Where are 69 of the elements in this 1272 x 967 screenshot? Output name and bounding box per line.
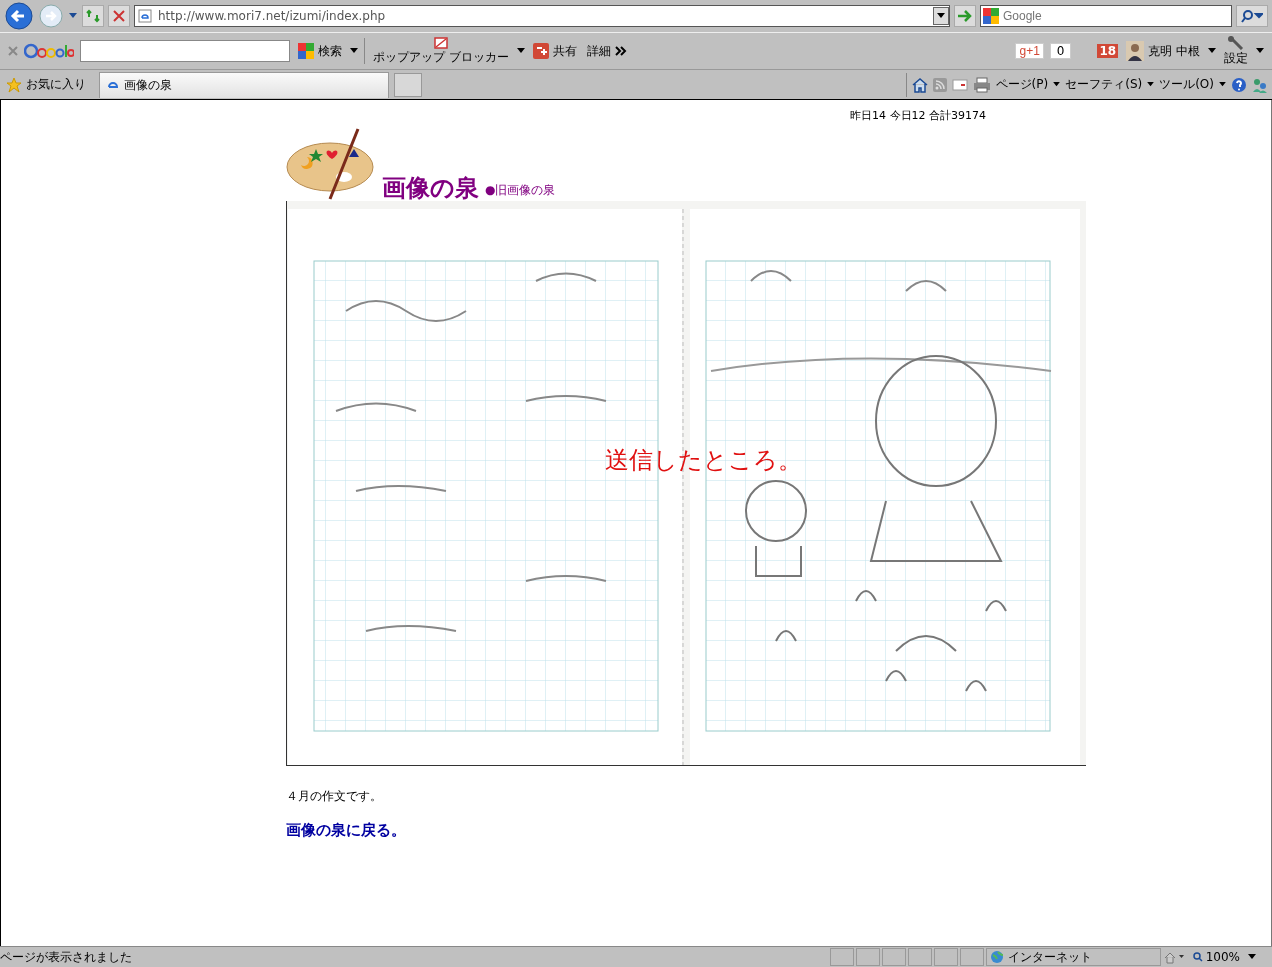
user-menu[interactable]: 克明 中根 bbox=[1124, 41, 1202, 61]
caret-icon[interactable] bbox=[1219, 82, 1226, 87]
go-button[interactable] bbox=[954, 5, 976, 27]
search-engine-icon bbox=[298, 43, 314, 59]
visit-counter: 昨日14 今日12 合計39174 bbox=[850, 108, 986, 123]
home-icon[interactable] bbox=[911, 76, 928, 93]
star-icon bbox=[6, 76, 22, 93]
favorites-button[interactable]: お気に入り bbox=[4, 76, 88, 93]
house-icon[interactable] bbox=[1162, 950, 1185, 964]
more-button[interactable]: 詳細 bbox=[584, 42, 629, 60]
caret-icon[interactable] bbox=[68, 12, 78, 20]
search-field[interactable]: Google bbox=[980, 5, 1232, 27]
description-text: ４月の作文です。 bbox=[286, 788, 383, 805]
status-pane bbox=[933, 948, 958, 966]
toolbar-search-button[interactable]: 検索 bbox=[296, 42, 344, 60]
status-pane bbox=[881, 948, 906, 966]
caret-icon bbox=[937, 13, 945, 19]
logo-icon bbox=[24, 42, 74, 60]
share-button[interactable]: 共有 bbox=[530, 42, 579, 60]
back-link[interactable]: 画像の泉に戻る。 bbox=[286, 821, 406, 840]
plus-one-button[interactable]: g+1 bbox=[1015, 43, 1044, 59]
zoom-icon bbox=[1192, 952, 1203, 962]
browser-tab[interactable]: 画像の泉 bbox=[99, 71, 389, 98]
palette-icon bbox=[286, 127, 376, 201]
command-menu[interactable]: ページ(P) bbox=[995, 76, 1049, 93]
stop-button[interactable] bbox=[108, 5, 130, 27]
security-zone: インターネット bbox=[985, 948, 1161, 966]
plus-icon bbox=[532, 43, 549, 59]
command-menu[interactable]: セーフティ(S) bbox=[1065, 76, 1143, 93]
plus-count: 0 bbox=[1049, 43, 1072, 59]
caret-icon[interactable] bbox=[1147, 82, 1155, 87]
caret-icon[interactable] bbox=[1256, 48, 1264, 54]
dropdown-button[interactable] bbox=[933, 7, 949, 25]
wrench-icon bbox=[1227, 35, 1245, 50]
blocked-window-icon bbox=[433, 36, 448, 49]
search-icon bbox=[1241, 9, 1263, 23]
chevron-icon bbox=[614, 46, 627, 56]
print-icon[interactable] bbox=[972, 76, 991, 93]
old-site-link[interactable]: ●旧画像の泉 bbox=[485, 182, 556, 199]
caret-icon[interactable] bbox=[1053, 82, 1061, 87]
page-title: 画像の泉 bbox=[382, 174, 479, 201]
status-pane bbox=[907, 948, 932, 966]
notification-badge[interactable]: 18 bbox=[1097, 44, 1119, 58]
address-field[interactable]: http://www.mori7.net/izumi/index.php bbox=[134, 5, 950, 27]
help-icon[interactable] bbox=[1231, 76, 1247, 93]
page-icon bbox=[138, 9, 152, 23]
toolbar-search-field[interactable] bbox=[80, 40, 290, 62]
arrow-icon bbox=[957, 9, 973, 23]
globe-icon bbox=[989, 950, 1004, 964]
caret-icon[interactable] bbox=[1208, 48, 1216, 54]
back-icon[interactable] bbox=[4, 1, 34, 31]
settings-button[interactable]: 設定 bbox=[1222, 35, 1250, 67]
refresh-button[interactable] bbox=[82, 5, 104, 27]
status-pane bbox=[959, 948, 984, 966]
status-message: ページが表示されました bbox=[0, 948, 132, 966]
avatar-icon bbox=[1126, 41, 1145, 61]
caret-icon[interactable] bbox=[516, 48, 525, 54]
caret-icon[interactable] bbox=[350, 48, 358, 54]
refresh-icon bbox=[86, 9, 100, 23]
close-icon bbox=[113, 10, 125, 22]
status-pane bbox=[855, 948, 880, 966]
image-caption: 送信したところ。 bbox=[605, 445, 802, 476]
search-button[interactable] bbox=[1236, 5, 1268, 27]
caret-icon[interactable] bbox=[1248, 954, 1256, 960]
status-pane bbox=[829, 948, 854, 966]
popup-blocker-button[interactable]: ポップアップ ブロッカー bbox=[371, 36, 511, 66]
zoom-button[interactable]: 100% bbox=[1186, 949, 1246, 965]
mail-icon[interactable] bbox=[951, 78, 968, 91]
command-menu[interactable]: ツール(O) bbox=[1159, 76, 1214, 93]
